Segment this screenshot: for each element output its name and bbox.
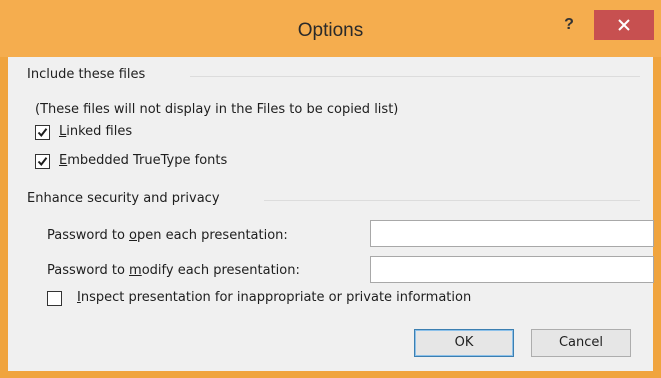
include-files-header: Include these files [27,67,146,82]
inspect-label[interactable]: Inspect presentation for inappropriate o… [77,290,471,305]
embedded-fonts-label[interactable]: Embedded TrueType fonts [59,153,227,168]
checkmark-icon [37,128,48,138]
inspect-checkbox[interactable] [47,291,62,306]
security-divider [264,200,640,201]
linked-files-label-text: inked files [66,124,133,139]
modify-password-label: Password to modify each presentation: [47,263,300,278]
modify-password-accelerator: m [129,263,142,278]
close-icon [618,19,630,31]
options-dialog: Options ? Include these files (These fil… [0,0,661,378]
embedded-fonts-accelerator: E [59,153,68,168]
embedded-fonts-checkbox[interactable] [35,154,50,169]
include-files-divider [190,76,640,77]
linked-files-label[interactable]: Linked files [59,124,132,139]
embedded-fonts-label-text: mbedded TrueType fonts [67,153,228,168]
open-password-accelerator: o [129,228,138,243]
title-bar[interactable]: Options ? [0,0,661,57]
open-password-input[interactable] [370,220,654,247]
linked-files-checkbox[interactable] [35,125,50,140]
close-button[interactable] [594,10,654,40]
open-password-label: Password to open each presentation: [47,228,288,243]
dialog-body: Include these files (These files will no… [8,57,654,371]
open-password-label-post: pen each presentation: [137,228,288,243]
open-password-label-pre: Password to [47,228,130,243]
cancel-button[interactable]: Cancel [531,329,631,357]
checkmark-icon [37,157,48,167]
include-files-note: (These files will not display in the Fil… [35,102,399,117]
modify-password-label-post: odify each presentation: [141,263,300,278]
modify-password-label-pre: Password to [47,263,130,278]
ok-button[interactable]: OK [414,329,514,357]
inspect-label-text: nspect presentation for inappropriate or… [80,290,472,305]
help-button[interactable]: ? [554,12,584,38]
security-header: Enhance security and privacy [27,191,220,206]
modify-password-input[interactable] [370,256,654,283]
